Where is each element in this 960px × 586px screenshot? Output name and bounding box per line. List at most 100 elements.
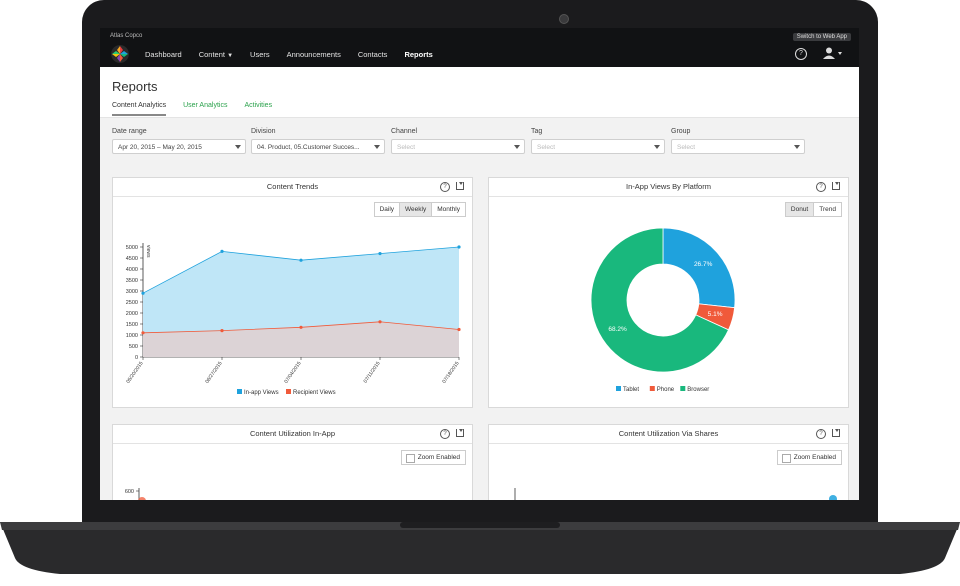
date-range-select[interactable]: Apr 20, 2015 – May 20, 2015 bbox=[112, 139, 246, 154]
panel-actions: ? bbox=[816, 429, 840, 439]
filter-channel: Channel Select bbox=[391, 128, 525, 154]
question-icon[interactable]: ? bbox=[440, 182, 450, 192]
download-icon[interactable] bbox=[456, 429, 464, 437]
y-tick-label: 600 bbox=[125, 489, 134, 495]
data-point bbox=[141, 291, 145, 295]
report-tabs: Content Analytics User Analytics Activit… bbox=[112, 102, 289, 116]
tab-user-analytics[interactable]: User Analytics bbox=[183, 102, 227, 116]
user-icon[interactable] bbox=[823, 47, 845, 59]
nav-contacts[interactable]: Contacts bbox=[358, 50, 388, 59]
nav-users[interactable]: Users bbox=[250, 50, 270, 59]
legend-swatch bbox=[680, 386, 686, 391]
tag-select[interactable]: Select bbox=[531, 139, 665, 154]
caret-down-icon bbox=[374, 145, 380, 149]
util-inapp-panel: Content Utilization In-App ? Zoom Enable… bbox=[112, 424, 473, 500]
caret-down-icon bbox=[794, 145, 800, 149]
question-icon[interactable]: ? bbox=[816, 182, 826, 192]
brand-name: Atlas Copco bbox=[110, 33, 143, 39]
legend-swatch bbox=[237, 389, 242, 394]
panel-actions: ? bbox=[816, 182, 840, 192]
filter-division: Division 04. Product, 05.Customer Succes… bbox=[251, 128, 385, 154]
legend-swatch bbox=[616, 386, 621, 391]
main-nav: Dashboard Content ▼ Users Announcements … bbox=[145, 50, 450, 59]
download-icon[interactable] bbox=[832, 182, 840, 190]
y-tick-label: 2000 bbox=[126, 311, 138, 317]
select-placeholder: Select bbox=[677, 144, 696, 151]
legend-entry: Phone bbox=[657, 387, 675, 393]
data-point bbox=[378, 320, 382, 324]
legend-entry: Tablet bbox=[623, 387, 639, 393]
filter-label: Tag bbox=[531, 128, 543, 135]
y-tick-label: 1000 bbox=[126, 333, 138, 339]
download-icon[interactable] bbox=[832, 429, 840, 437]
group-select[interactable]: Select bbox=[671, 139, 805, 154]
y-tick-label: 4500 bbox=[126, 256, 138, 262]
legend-entry: Recipient Views bbox=[293, 390, 336, 396]
question-icon[interactable]: ? bbox=[440, 429, 450, 439]
filter-tag: Tag Select bbox=[531, 128, 665, 154]
legend-swatch bbox=[649, 386, 655, 391]
slice-label: 26.7% bbox=[694, 261, 713, 268]
data-point bbox=[378, 252, 382, 256]
page-title: Reports bbox=[112, 79, 158, 94]
data-point bbox=[141, 331, 145, 335]
nav-reports[interactable]: Reports bbox=[404, 50, 432, 59]
x-tick-label: 07/18/2015 bbox=[441, 361, 460, 385]
division-select[interactable]: 04. Product, 05.Customer Succes... bbox=[251, 139, 385, 154]
channel-select[interactable]: Select bbox=[391, 139, 525, 154]
nav-content[interactable]: Content ▼ bbox=[199, 50, 233, 59]
select-value: 04. Product, 05.Customer Succes... bbox=[257, 144, 360, 151]
panel-actions: ? bbox=[440, 182, 464, 192]
brand-logo[interactable] bbox=[111, 45, 129, 63]
chevron-down-icon: ▼ bbox=[227, 53, 234, 59]
select-value: Apr 20, 2015 – May 20, 2015 bbox=[118, 144, 202, 151]
panel-header: In-App Views By Platform ? bbox=[489, 178, 848, 197]
x-tick-label: 06/27/2015 bbox=[204, 361, 223, 385]
data-point bbox=[220, 329, 224, 333]
y-tick-label: 3000 bbox=[126, 289, 138, 295]
data-point bbox=[457, 327, 461, 332]
filter-label: Group bbox=[671, 128, 691, 135]
y-tick-label: 5000 bbox=[126, 245, 138, 251]
nav-announcements[interactable]: Announcements bbox=[287, 50, 341, 59]
help-icon[interactable]: ? bbox=[795, 48, 807, 60]
page-header: Reports Content Analytics User Analytics… bbox=[100, 67, 859, 118]
top-navbar: Atlas Copco Switch to Web App Dashboard … bbox=[100, 28, 859, 67]
y-axis-label: views bbox=[145, 245, 151, 258]
filter-label: Division bbox=[251, 128, 276, 135]
panel-title: In-App Views By Platform bbox=[626, 182, 711, 191]
data-point bbox=[299, 258, 303, 262]
question-icon[interactable]: ? bbox=[816, 429, 826, 439]
panel-title: Content Utilization In-App bbox=[249, 429, 336, 438]
nav-content-label: Content bbox=[198, 50, 225, 59]
y-tick-label: 0 bbox=[135, 355, 138, 361]
filter-label: Date range bbox=[112, 128, 147, 135]
y-tick-label: 4000 bbox=[126, 267, 138, 273]
caret-down-icon bbox=[235, 145, 241, 149]
data-point bbox=[299, 325, 303, 329]
data-point bbox=[829, 495, 837, 500]
download-icon[interactable] bbox=[456, 182, 464, 190]
select-placeholder: Select bbox=[397, 144, 416, 151]
panel-header: Content Trends ? bbox=[113, 178, 472, 197]
content-trends-chart: 0 500 1000 1500 2000 2500 3000 3500 4000 4500 5000… bbox=[125, 243, 461, 396]
x-tick-label: 05/20/2015 bbox=[125, 361, 144, 385]
legend-swatch bbox=[286, 389, 291, 394]
slice-label: 5.1% bbox=[708, 311, 723, 318]
util-inapp-chart: 600550 bbox=[125, 488, 146, 500]
tab-content-analytics[interactable]: Content Analytics bbox=[112, 102, 167, 116]
panel-header: Content Utilization Via Shares ? bbox=[489, 425, 848, 444]
switch-to-web-app-button[interactable]: Switch to Web App bbox=[792, 33, 851, 41]
y-tick-label: 1500 bbox=[126, 322, 138, 328]
slice-label: 68.2% bbox=[608, 326, 627, 333]
tab-activities[interactable]: Activities bbox=[244, 102, 272, 116]
filter-date-range: Date range Apr 20, 2015 – May 20, 2015 bbox=[112, 128, 246, 154]
filter-group: Group Select bbox=[671, 128, 805, 154]
nav-dashboard[interactable]: Dashboard bbox=[145, 50, 182, 59]
filter-label: Channel bbox=[391, 128, 418, 135]
data-point bbox=[457, 245, 461, 249]
legend-entry: In-app Views bbox=[244, 390, 279, 396]
panel-header: Content Utilization In-App ? bbox=[113, 425, 472, 444]
filter-bar: Date range Apr 20, 2015 – May 20, 2015 D… bbox=[100, 118, 859, 162]
y-tick-label: 3500 bbox=[126, 278, 138, 284]
